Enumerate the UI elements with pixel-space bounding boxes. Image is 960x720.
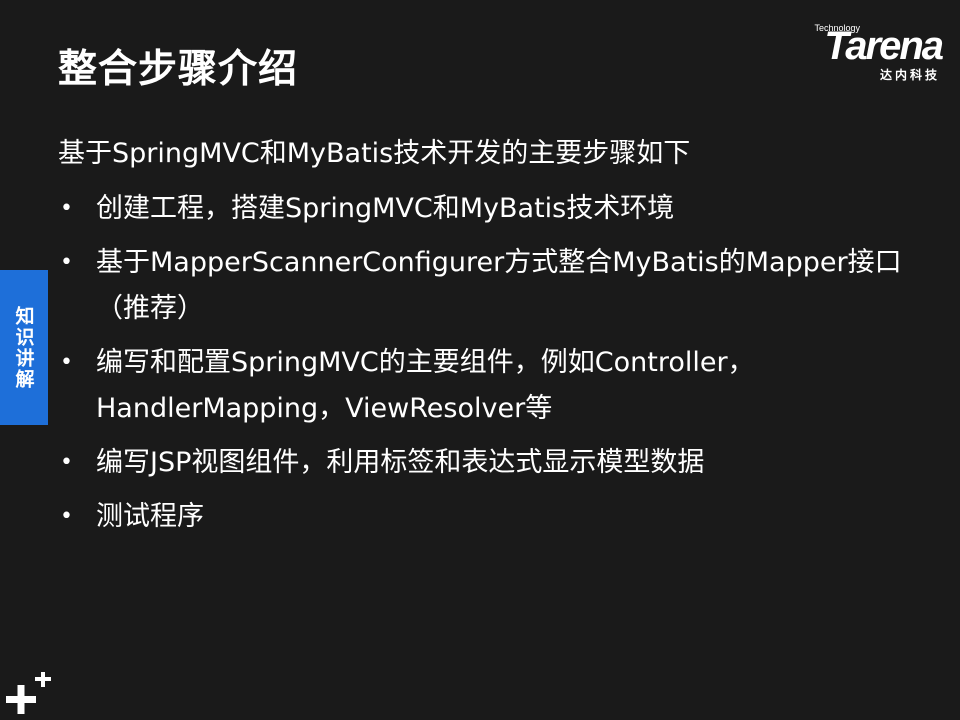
list-item: • 编写和配置SpringMVC的主要组件，例如Controller，Handl… xyxy=(58,340,918,432)
step-list: • 创建工程，搭建SpringMVC和MyBatis技术环境 • 基于Mappe… xyxy=(58,186,918,540)
list-item-text: 编写和配置SpringMVC的主要组件，例如Controller，Handler… xyxy=(96,347,755,424)
list-item: • 编写JSP视图组件，利用标签和表达式显示模型数据 xyxy=(58,440,918,486)
plus-icon xyxy=(6,672,51,714)
side-tab: 知识讲解 xyxy=(0,270,48,425)
list-item: • 基于MapperScannerConfigurer方式整合MyBatis的M… xyxy=(58,240,918,332)
bullet-dot-icon: • xyxy=(60,450,73,475)
logo-wordmark: Tarena xyxy=(824,24,944,68)
bullet-dot-icon: • xyxy=(60,196,73,221)
list-item-text: 编写JSP视图组件，利用标签和表达式显示模型数据 xyxy=(96,447,705,478)
tarena-logo: Technology Tarena 达内科技 xyxy=(774,22,944,86)
side-tab-label: 知识讲解 xyxy=(12,305,35,390)
intro-text: 基于SpringMVC和MyBatis技术开发的主要步骤如下 xyxy=(58,138,691,169)
list-item-text: 基于MapperScannerConfigurer方式整合MyBatis的Map… xyxy=(96,247,902,324)
list-item: • 测试程序 xyxy=(58,494,918,540)
slide-content: 基于SpringMVC和MyBatis技术开发的主要步骤如下 • 创建工程，搭建… xyxy=(58,134,918,548)
bullet-dot-icon: • xyxy=(60,350,73,375)
list-item-text: 创建工程，搭建SpringMVC和MyBatis技术环境 xyxy=(96,193,675,224)
list-item-text: 测试程序 xyxy=(96,501,204,532)
slide-title: 整合步骤介绍 xyxy=(58,47,299,92)
bullet-dot-icon: • xyxy=(60,250,73,275)
logo-chinese-text: 达内科技 xyxy=(879,68,940,82)
slide: 整合步骤介绍 Technology Tarena 达内科技 基于SpringMV… xyxy=(0,0,960,720)
list-item: • 创建工程，搭建SpringMVC和MyBatis技术环境 xyxy=(58,186,918,232)
bullet-dot-icon: • xyxy=(60,504,73,529)
